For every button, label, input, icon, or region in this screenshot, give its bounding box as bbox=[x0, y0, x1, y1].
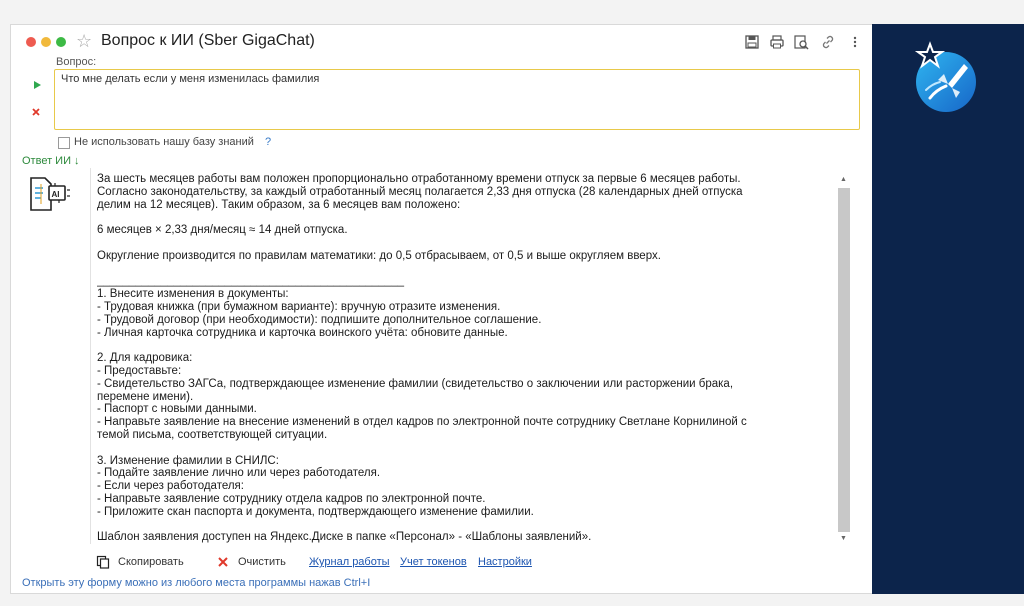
clear-button-label: Очистить bbox=[238, 556, 286, 568]
maximize-window-button[interactable] bbox=[56, 37, 66, 47]
clear-question-icon[interactable] bbox=[30, 105, 42, 117]
question-input[interactable]: Что мне делать если у меня изменилась фа… bbox=[54, 69, 860, 130]
print-icon[interactable] bbox=[769, 34, 785, 50]
link-icon[interactable] bbox=[820, 34, 836, 50]
run-icon[interactable] bbox=[31, 78, 43, 90]
window-title: Вопрос к ИИ (Sber GigaChat) bbox=[101, 32, 315, 49]
answer-text: За шесть месяцев работы вам положен проп… bbox=[97, 173, 747, 543]
action-bar: Скопировать Очистить Журнал работы Учет … bbox=[11, 553, 873, 573]
side-panel bbox=[872, 24, 1024, 594]
copy-button-label: Скопировать bbox=[118, 556, 184, 568]
answer-scrollbar[interactable] bbox=[838, 188, 850, 532]
clear-icon bbox=[218, 557, 228, 567]
scroll-up-arrow[interactable]: ▲ bbox=[840, 176, 847, 183]
star-icon[interactable]: ☆ bbox=[76, 31, 92, 51]
svg-text:AI: AI bbox=[52, 190, 60, 199]
no-knowledge-base-checkbox[interactable] bbox=[58, 137, 70, 149]
close-window-button[interactable] bbox=[26, 37, 36, 47]
ai-document-icon: AI bbox=[27, 174, 73, 214]
ai-question-window: ☆ Вопрос к ИИ (Sber GigaChat) Вопрос: Чт… bbox=[10, 24, 872, 594]
settings-link[interactable]: Настройки bbox=[478, 556, 532, 568]
token-usage-link[interactable]: Учет токенов bbox=[400, 556, 467, 568]
work-journal-link[interactable]: Журнал работы bbox=[309, 556, 390, 568]
clear-button[interactable]: Очистить bbox=[216, 553, 286, 571]
copy-icon bbox=[96, 555, 110, 569]
answer-output[interactable]: За шесть месяцев работы вам положен проп… bbox=[90, 168, 858, 544]
footer-hint: Открыть эту форму можно из любого места … bbox=[22, 577, 371, 589]
title-bar: ☆ Вопрос к ИИ (Sber GigaChat) bbox=[11, 25, 873, 59]
answer-label: Ответ ИИ ↓ bbox=[22, 155, 80, 167]
rocket-logo-icon bbox=[908, 40, 984, 116]
preview-icon[interactable] bbox=[793, 34, 809, 50]
question-label: Вопрос: bbox=[56, 56, 97, 68]
help-link[interactable]: ? bbox=[265, 136, 271, 148]
scroll-down-arrow[interactable]: ▼ bbox=[840, 535, 847, 542]
more-menu-icon[interactable] bbox=[847, 34, 863, 50]
copy-button[interactable]: Скопировать bbox=[96, 553, 184, 571]
no-knowledge-base-label: Не использовать нашу базу знаний bbox=[74, 136, 254, 148]
minimize-window-button[interactable] bbox=[41, 37, 51, 47]
save-icon[interactable] bbox=[744, 34, 760, 50]
